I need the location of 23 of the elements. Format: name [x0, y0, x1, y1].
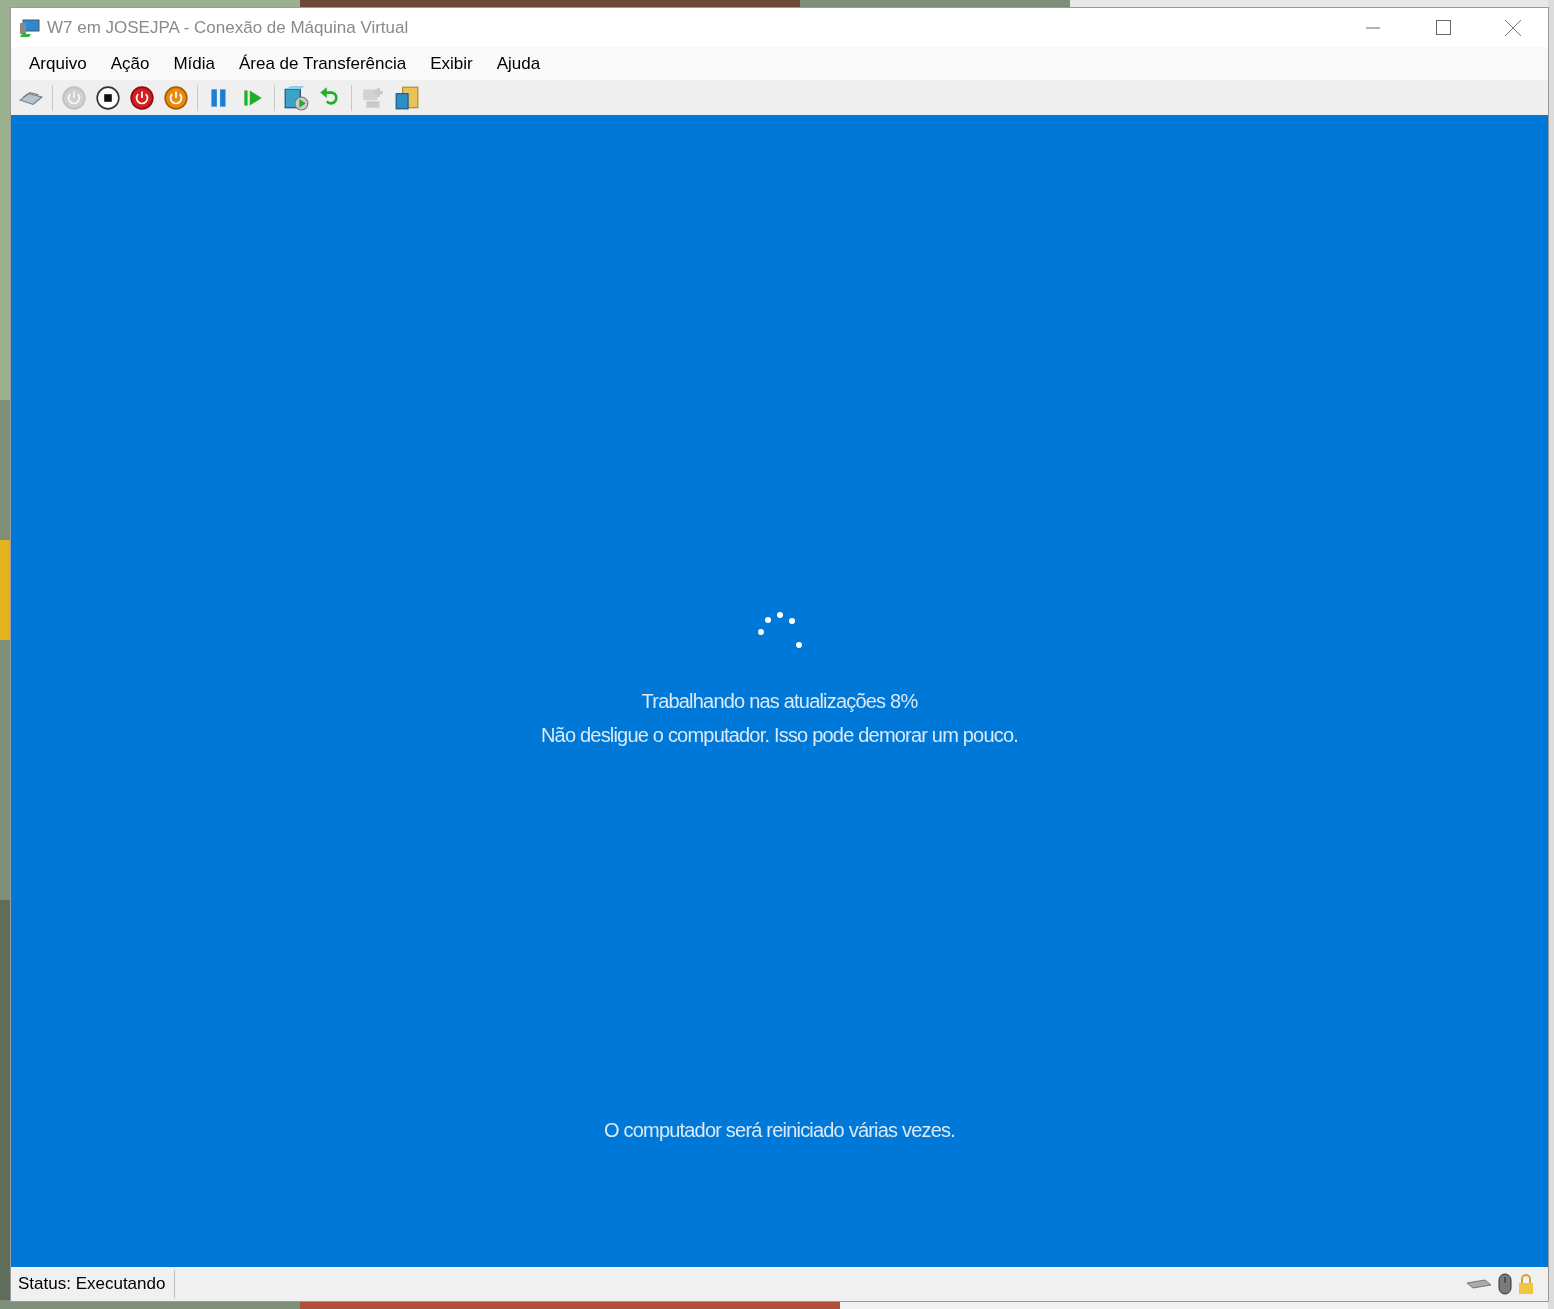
- window-title: W7 em JOSEJPA - Conexão de Máquina Virtual: [47, 17, 409, 38]
- stop-icon[interactable]: [95, 84, 121, 111]
- warning-message: Não desligue o computador. Isso pode demorar um pouco.: [540, 724, 1019, 747]
- menu-item[interactable]: Exibir: [418, 53, 485, 74]
- restart-notice: O computador será reiniciado várias vezes.: [604, 1119, 955, 1142]
- lock-icon: [1518, 1273, 1534, 1295]
- menu-item[interactable]: Arquivo: [17, 53, 99, 74]
- close-icon[interactable]: [1505, 19, 1521, 36]
- maximize-icon[interactable]: [1435, 20, 1451, 35]
- progress-message: Trabalhando nas atualizações 8%: [641, 690, 918, 713]
- folder-icon[interactable]: [394, 84, 420, 111]
- mouse-icon: [1498, 1273, 1512, 1295]
- menu-item[interactable]: Mídia: [161, 53, 227, 74]
- power-icon[interactable]: [129, 84, 155, 111]
- menu-item[interactable]: Ajuda: [484, 53, 553, 74]
- menu-item[interactable]: Área de Transferência: [226, 53, 419, 74]
- menu-item[interactable]: Ação: [98, 53, 162, 74]
- server-icon[interactable]: [283, 84, 309, 111]
- status-text: Status: Executando: [11, 1270, 176, 1298]
- power-icon[interactable]: [163, 84, 189, 111]
- monitor-icon: [19, 17, 41, 38]
- keyboard-icon: [1466, 1279, 1492, 1289]
- loading-spinner-icon: [756, 610, 803, 650]
